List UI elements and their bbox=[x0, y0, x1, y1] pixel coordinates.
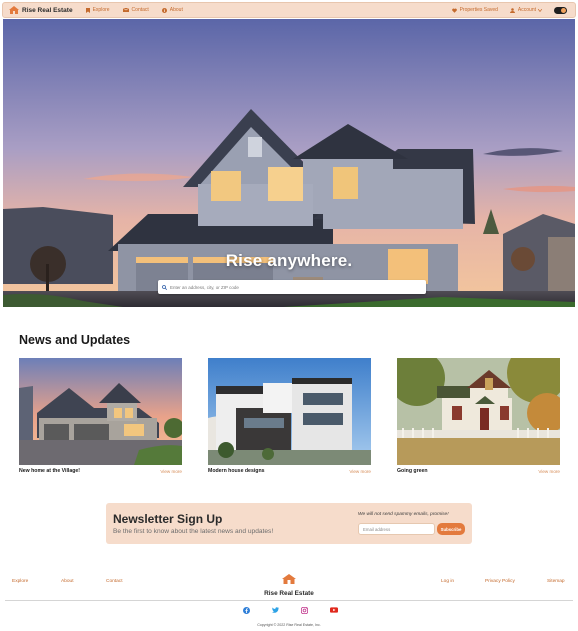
footer-brand-name: Rise Real Estate bbox=[264, 590, 314, 597]
news-card-image[interactable] bbox=[397, 358, 560, 465]
house-logo-icon bbox=[9, 6, 19, 14]
footer-brand[interactable]: Rise Real Estate bbox=[259, 571, 319, 597]
heart-icon bbox=[451, 8, 457, 13]
footer-link-privacy[interactable]: Privacy Policy bbox=[485, 579, 515, 584]
copyright-text: Copyright © 2022 Rise Real Estate, Inc. bbox=[257, 623, 321, 627]
nav-about[interactable]: About bbox=[161, 7, 183, 13]
view-more-link[interactable]: View more bbox=[349, 469, 371, 474]
youtube-icon[interactable] bbox=[330, 607, 338, 613]
news-card[interactable]: Modern house designs View more bbox=[208, 358, 371, 474]
email-field[interactable] bbox=[358, 523, 435, 535]
house-logo-icon bbox=[282, 574, 296, 584]
news-card-footer: Modern house designs View more bbox=[208, 468, 371, 474]
search-icon bbox=[162, 284, 167, 290]
mail-icon bbox=[122, 8, 129, 12]
news-card-title[interactable]: New home at the Village! bbox=[19, 468, 80, 474]
account-label: Account bbox=[517, 7, 536, 13]
news-card-title[interactable]: Modern house designs bbox=[208, 468, 265, 474]
properties-saved-link[interactable]: Properties Saved bbox=[451, 7, 498, 13]
brand-logo[interactable]: Rise Real Estate bbox=[9, 6, 73, 14]
newsletter-title: Newsletter Sign Up bbox=[113, 512, 223, 526]
view-more-link[interactable]: View more bbox=[160, 469, 182, 474]
hero-search-bar[interactable] bbox=[158, 280, 426, 294]
hero-title: Rise anywhere. bbox=[225, 251, 353, 270]
news-card[interactable]: Going green View more bbox=[397, 358, 560, 474]
facebook-icon[interactable] bbox=[243, 607, 250, 614]
nav-about-label: About bbox=[169, 7, 183, 13]
toggle-knob bbox=[561, 7, 566, 13]
view-more-link[interactable]: View more bbox=[538, 469, 560, 474]
news-card-footer: Going green View more bbox=[397, 468, 560, 474]
nav-contact-label: Contact bbox=[131, 7, 149, 13]
social-links bbox=[243, 607, 338, 614]
nav-contact[interactable]: Contact bbox=[122, 7, 149, 13]
chevron-down-icon bbox=[538, 8, 542, 12]
newsletter-panel: Newsletter Sign Up Be the first to know … bbox=[106, 503, 472, 544]
instagram-icon[interactable] bbox=[301, 607, 308, 614]
brand-name: Rise Real Estate bbox=[22, 6, 73, 14]
bookmark-icon bbox=[85, 7, 90, 13]
news-card-footer: New home at the Village! View more bbox=[19, 468, 182, 474]
footer-link-contact[interactable]: Contact bbox=[106, 579, 123, 584]
news-card-image[interactable] bbox=[208, 358, 371, 465]
hero-banner: Rise anywhere. bbox=[3, 19, 575, 307]
footer-link-about[interactable]: About bbox=[61, 579, 74, 584]
nav-explore-label: Explore bbox=[92, 7, 110, 13]
footer-link-sitemap[interactable]: Sitemap bbox=[547, 579, 565, 584]
newsletter-subtitle: Be the first to know about the latest ne… bbox=[113, 528, 274, 535]
search-input[interactable] bbox=[170, 284, 420, 290]
news-card-title[interactable]: Going green bbox=[397, 468, 428, 474]
twitter-icon[interactable] bbox=[272, 607, 279, 613]
footer-link-explore[interactable]: Explore bbox=[12, 579, 28, 584]
footer-divider bbox=[5, 600, 573, 601]
user-icon bbox=[509, 7, 515, 13]
newsletter-note: We will not send spammy emails, promise! bbox=[358, 512, 449, 517]
properties-saved-label: Properties Saved bbox=[459, 7, 498, 13]
nav-explore[interactable]: Explore bbox=[85, 7, 110, 13]
news-card-image[interactable] bbox=[19, 358, 182, 465]
theme-toggle[interactable] bbox=[554, 6, 567, 14]
footer-link-login[interactable]: Log in bbox=[441, 579, 454, 584]
top-navbar: Rise Real Estate Explore Contact About P… bbox=[2, 2, 576, 18]
news-section-title: News and Updates bbox=[19, 333, 131, 347]
news-card[interactable]: New home at the Village! View more bbox=[19, 358, 182, 474]
subscribe-button[interactable]: Subscribe bbox=[437, 523, 465, 535]
info-icon bbox=[161, 7, 167, 13]
account-menu[interactable]: Account bbox=[509, 7, 542, 13]
